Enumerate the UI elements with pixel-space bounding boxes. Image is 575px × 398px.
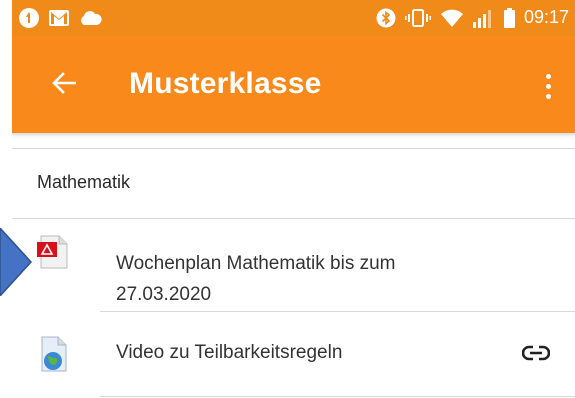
page-title: Musterklasse [129,67,322,100]
status-bar: 09:17 [12,0,575,36]
list-item-title: Video zu Teilbarkeitsregeln [116,342,343,363]
app-bar-shadow [12,133,575,139]
app-circle-icon [19,8,39,28]
section-title: Mathematik [37,172,131,192]
list-item-video[interactable]: Video zu Teilbarkeitsregeln [12,312,575,396]
status-right-icons: 09:17 [376,7,569,28]
battery-icon [503,7,515,28]
divider [12,148,575,149]
status-left-icons [18,7,102,29]
bluetooth-icon [376,8,396,27]
gmail-icon [49,10,69,26]
pdf-file-icon [37,235,68,269]
list-item-title-line2: 27.03.2020 [116,284,212,305]
list-item-wochenplan[interactable]: Wochenplan Mathematik bis zum 27.03.2020 [12,219,575,311]
vibrate-icon [404,8,431,27]
link-icon[interactable] [522,345,550,361]
annotation-arrow [0,228,32,296]
wifi-icon [440,9,463,27]
divider [100,396,575,397]
overflow-menu-icon[interactable] [545,74,553,104]
web-link-file-icon [41,336,67,372]
status-time: 09:17 [523,7,569,27]
cloud-icon [81,11,102,25]
app-bar: Musterklasse [12,36,575,133]
list-item-title-line1: Wochenplan Mathematik bis zum [116,253,396,274]
back-arrow-icon[interactable] [52,72,76,94]
signal-icon [472,9,491,28]
